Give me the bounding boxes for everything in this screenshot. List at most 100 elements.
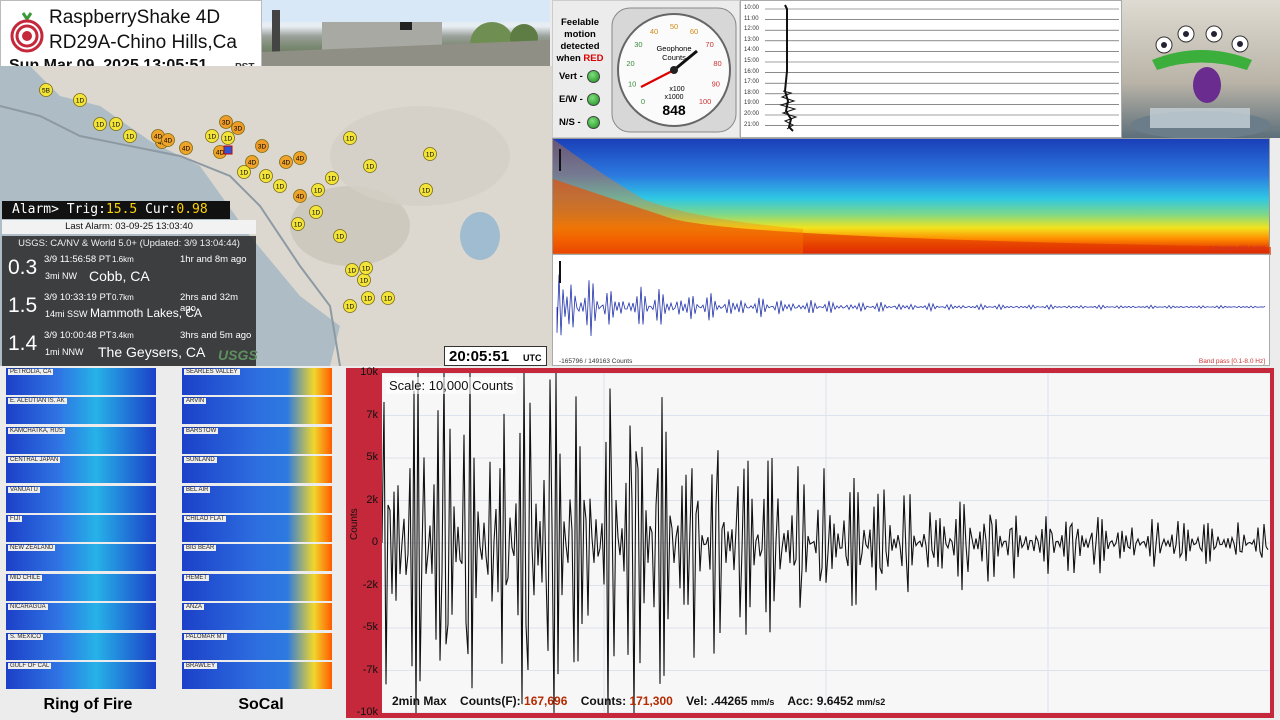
region-spectrogram-thumb[interactable]: CENTRAL JAPAN <box>6 456 156 484</box>
acc-unit: mm/s2 <box>856 697 886 707</box>
quake-marker[interactable]: 1D <box>273 179 287 193</box>
region-spectrogram-thumb[interactable]: KAMCHATKA, RUS <box>6 426 156 454</box>
quake-marker[interactable]: 1D <box>93 117 107 131</box>
svg-text:4D: 4D <box>248 160 257 167</box>
gauge-tick-label: 60 <box>690 27 698 36</box>
quake-marker[interactable]: 1D <box>423 147 437 161</box>
gauge-tick-label: 100 <box>699 97 712 106</box>
quake-ago: 3hrs and 5m ago <box>180 330 252 341</box>
svg-text:4D: 4D <box>164 138 173 145</box>
y-tick-label: 7k <box>366 408 378 421</box>
region-spectrogram-thumb[interactable]: E. ALEUTIAN IS. AK <box>6 397 156 425</box>
region-spectrogram-thumb[interactable]: FIJI <box>6 515 156 542</box>
y-tick-label: 2k <box>366 493 378 506</box>
quake-marker[interactable]: 5B <box>39 83 53 97</box>
region-spectrogram-thumb[interactable]: BARSTOW <box>182 426 332 454</box>
region-spectrogram-thumb[interactable]: NICARAGUA <box>6 603 156 631</box>
quake-time: 3/9 11:56:58 PT <box>44 254 111 265</box>
region-label: SUNLAND <box>184 457 217 464</box>
quake-marker[interactable]: 1D <box>123 129 137 143</box>
svg-text:3D: 3D <box>222 120 231 127</box>
quake-marker[interactable]: 1D <box>291 217 305 231</box>
region-spectrogram-thumb[interactable]: PALOMAR MT <box>182 632 332 660</box>
y-tick-label: 10k <box>360 366 378 378</box>
region-spectrogram-thumb[interactable]: CHILAO FLAT <box>182 515 332 542</box>
counts-label: Counts: <box>580 694 627 708</box>
quake-event[interactable]: 0.3 3/9 11:56:58 PT 1.6km 1hr and 8m ago… <box>2 252 256 290</box>
vel-unit: mm/s <box>750 697 775 707</box>
quake-marker[interactable]: 1D <box>205 129 219 143</box>
cur-value: 0.98 <box>176 202 208 217</box>
region-spectrogram-thumb[interactable]: MID CHILE <box>6 573 156 601</box>
svg-text:1D: 1D <box>240 170 249 177</box>
region-spectrogram-thumb[interactable]: GULF OF CAL <box>6 662 156 689</box>
quake-marker[interactable]: 1D <box>109 117 123 131</box>
quake-marker[interactable]: 1D <box>343 131 357 145</box>
feelable-line: Feelable <box>560 17 600 28</box>
station-marker <box>223 145 233 155</box>
mascot-figure <box>1131 25 1271 139</box>
region-spectrogram-thumb[interactable]: NEW ZEALAND <box>6 544 156 572</box>
quake-marker[interactable]: 3D <box>255 139 269 153</box>
quake-marker[interactable]: 1D <box>259 169 273 183</box>
svg-text:5B: 5B <box>42 88 50 95</box>
quake-marker[interactable]: 1D <box>381 291 395 305</box>
quake-distance: 3mi NW <box>45 271 77 281</box>
quake-marker[interactable]: 1D <box>311 183 325 197</box>
svg-text:1D: 1D <box>314 188 323 195</box>
region-spectrogram-thumb[interactable]: VANUATU <box>6 485 156 513</box>
gauge-mult-1: x100 <box>669 86 684 93</box>
quake-marker[interactable]: 1D <box>309 205 323 219</box>
region-spectrogram-thumb[interactable]: HEMET <box>182 573 332 601</box>
quake-marker[interactable]: 4D <box>293 189 307 203</box>
quake-marker[interactable]: 1D <box>357 273 371 287</box>
quake-marker[interactable]: 1D <box>237 165 251 179</box>
quake-marker[interactable]: 3D <box>231 121 245 135</box>
svg-text:4D: 4D <box>282 160 291 167</box>
region-label: E. ALEUTIAN IS. AK <box>8 398 67 405</box>
region-spectrogram-thumb[interactable]: PETROLIA, CA <box>6 368 156 395</box>
region-spectrogram-thumb[interactable]: SEARLES VALLEY <box>182 368 332 395</box>
quake-marker[interactable]: 1D <box>363 159 377 173</box>
mascot-webcam <box>1122 0 1280 139</box>
filtered-waveform: -165796 / 149163 Counts Band pass [0.1-8… <box>552 254 1270 366</box>
svg-text:1D: 1D <box>96 122 105 129</box>
quake-marker[interactable]: 1D <box>343 299 357 313</box>
quake-marker[interactable]: 1D <box>333 229 347 243</box>
quake-marker[interactable]: 1D <box>359 261 373 275</box>
feelable-line: when RED <box>555 53 605 65</box>
usgs-logo: USGS <box>218 347 258 363</box>
svg-text:1D: 1D <box>112 122 121 129</box>
region-spectrogram-thumb[interactable]: S. MEXICO <box>6 632 156 660</box>
region-spectrogram-thumb[interactable]: BRAWLEY <box>182 662 332 689</box>
quake-marker[interactable]: 1D <box>419 183 433 197</box>
region-label: HEMET <box>184 574 209 581</box>
quake-distance: 14mi SSW <box>45 309 88 319</box>
region-spectrogram-thumb[interactable]: ANZA <box>182 603 332 631</box>
region-label: NEW ZEALAND <box>8 545 56 552</box>
region-label: KAMCHATKA, RUS <box>8 427 65 434</box>
quake-event[interactable]: 1.5 3/9 10:33:19 PT 0.7km 2hrs and 32m a… <box>2 290 256 328</box>
quake-marker[interactable]: 1D <box>345 263 359 277</box>
svg-text:4D: 4D <box>182 146 191 153</box>
region-spectrogram-thumb[interactable]: SUNLAND <box>182 456 332 484</box>
quake-marker[interactable]: 4D <box>279 155 293 169</box>
region-spectrogram-thumb[interactable]: ARVIN <box>182 397 332 425</box>
quake-marker[interactable]: 1D <box>325 171 339 185</box>
quake-marker[interactable]: 1D <box>73 93 87 107</box>
quake-marker[interactable]: 4D <box>179 141 193 155</box>
region-spectrogram-thumb[interactable]: BEL AIR <box>182 485 332 513</box>
quake-marker[interactable]: 1D <box>221 131 235 145</box>
helicorder-traces <box>765 4 1119 132</box>
quake-marker[interactable]: 1D <box>361 291 375 305</box>
gauge-tick-label: 20 <box>626 59 634 68</box>
quake-marker[interactable]: 3D <box>219 115 233 129</box>
y-tick-label: 5k <box>366 451 378 463</box>
quake-marker[interactable]: 4D <box>293 151 307 165</box>
quake-marker[interactable]: 4D <box>161 133 175 147</box>
acc-label: Acc: <box>787 694 814 708</box>
svg-text:1D: 1D <box>224 136 233 143</box>
svg-text:4D: 4D <box>216 150 225 157</box>
region-spectrogram-thumb[interactable]: BIG BEAR <box>182 544 332 572</box>
gauge-tick-label: 90 <box>712 80 720 89</box>
